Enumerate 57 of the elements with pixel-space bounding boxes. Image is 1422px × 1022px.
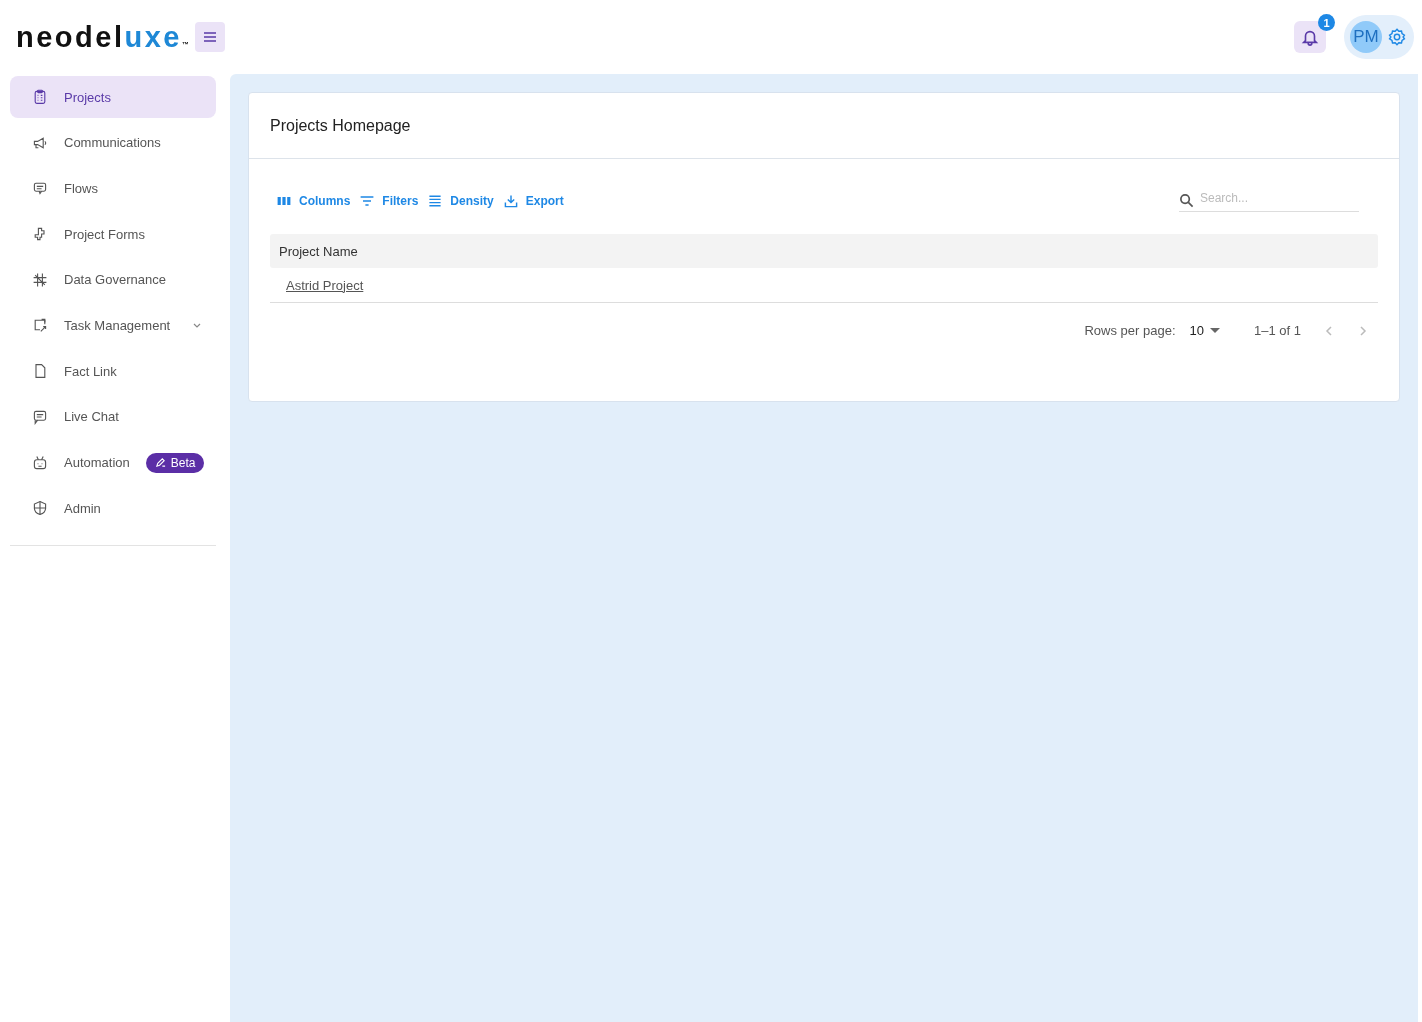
- notifications-button[interactable]: [1294, 21, 1326, 53]
- sidebar-item[interactable]: Communications: [10, 121, 216, 164]
- megaphone-icon: [32, 134, 48, 151]
- toolbar-button[interactable]: Filters: [359, 192, 419, 209]
- rows-per-page-select[interactable]: 10: [1189, 323, 1220, 338]
- search-icon: [1179, 192, 1194, 208]
- sidebar-item[interactable]: Task Management: [10, 304, 216, 347]
- sidebar-item[interactable]: Automation Beta: [10, 441, 216, 484]
- sidebar-item[interactable]: Projects: [10, 76, 216, 118]
- sidebar-label: Task Management: [64, 317, 171, 333]
- menu-icon: [202, 31, 217, 43]
- toolbar-button[interactable]: Columns: [276, 192, 351, 209]
- sidebar-label: Data Governance: [64, 272, 166, 288]
- column-header[interactable]: Project Name: [279, 243, 358, 259]
- sidebar-label: Projects: [64, 89, 111, 105]
- sidebar-item[interactable]: Data Governance: [10, 258, 216, 301]
- notification-count: 1: [1318, 14, 1335, 31]
- settings-button[interactable]: [1388, 28, 1406, 46]
- sidebar-item[interactable]: Project Forms: [10, 213, 216, 256]
- sidebar-label: Admin: [64, 500, 101, 516]
- download-icon: [502, 192, 519, 209]
- card-title: Projects Homepage: [270, 116, 411, 135]
- sidebar-label: Project Forms: [64, 226, 145, 242]
- clipboard-icon: [32, 89, 48, 105]
- sidebar-item[interactable]: Admin: [10, 487, 216, 530]
- caret-icon: [1210, 327, 1220, 334]
- sidebar-item[interactable]: Flows: [10, 167, 216, 210]
- rows-per-page-label: Rows per page:: [1084, 323, 1176, 338]
- bell-icon: [1301, 28, 1319, 46]
- puzzle-icon: [32, 226, 48, 243]
- settings-icon: [1388, 28, 1406, 46]
- menu-button[interactable]: [194, 22, 225, 52]
- chevron-right-icon: [1357, 324, 1369, 337]
- sidebar-label: Live Chat: [64, 409, 119, 425]
- robot-icon: [32, 454, 48, 471]
- page-range: 1–1 of 1: [1254, 323, 1301, 338]
- chevron-left-icon: [1323, 324, 1335, 337]
- sidebar-label: Communications: [64, 135, 161, 151]
- toolbar-button[interactable]: Density: [427, 192, 494, 209]
- sidebar-item[interactable]: Fact Link: [10, 350, 216, 393]
- sidebar-label: Automation: [64, 455, 130, 470]
- toolbar-button[interactable]: Export: [502, 192, 564, 209]
- lines-icon: [427, 192, 444, 209]
- sidebar-item[interactable]: Live Chat: [10, 395, 216, 438]
- sidebar-label: Flows: [64, 180, 98, 196]
- next-page-button[interactable]: [1357, 324, 1369, 337]
- pen-icon: [154, 457, 166, 468]
- shield-icon: [32, 500, 48, 517]
- beta-badge: Beta: [145, 452, 205, 473]
- previous-page-button[interactable]: [1323, 324, 1335, 337]
- message-icon: [32, 180, 48, 197]
- project-link[interactable]: Astrid Project: [286, 277, 364, 293]
- sidebar-label: Fact Link: [64, 363, 117, 379]
- chat-icon: [32, 408, 48, 425]
- file-icon: [32, 363, 48, 380]
- grid-icon: [32, 271, 48, 288]
- task-icon: [32, 317, 48, 334]
